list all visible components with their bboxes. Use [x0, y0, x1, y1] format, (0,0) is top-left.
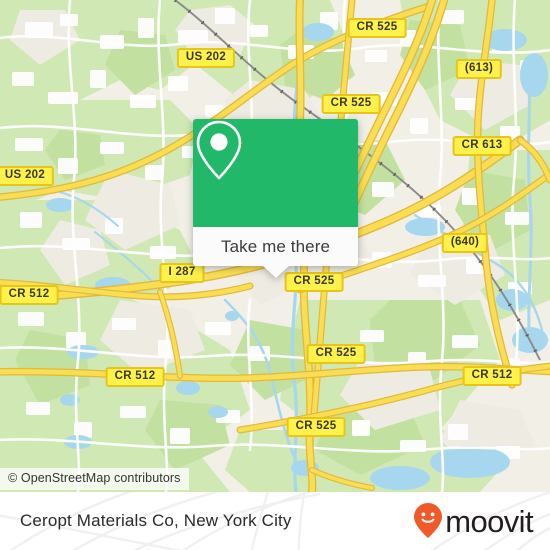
- road-shield-label: US 202: [4, 169, 46, 181]
- popup-action[interactable]: Take me there: [193, 227, 358, 278]
- footer-bar: Ceropt Materials Co, New York City moovi…: [0, 492, 550, 550]
- location-popup[interactable]: Take me there: [193, 119, 358, 278]
- road-shield-label: CR 525: [293, 275, 335, 287]
- road-shield: CR 613: [452, 136, 512, 156]
- map-attribution: © OpenStreetMap contributors: [0, 468, 189, 490]
- popup-header: [193, 119, 358, 227]
- road-shield: I 287: [159, 263, 205, 283]
- road-shield: US 202: [0, 166, 55, 186]
- map-canvas[interactable]: CR 525 US 202 (613) CR 525 CR 613 US 202 (640)…: [0, 0, 550, 492]
- moovit-logo[interactable]: moovit: [413, 492, 534, 550]
- road-shield: CR 512: [462, 366, 522, 386]
- moovit-map-screenshot: CR 525 US 202 (613) CR 525 CR 613 US 202 (640)…: [0, 0, 550, 550]
- moovit-pin-icon: [414, 503, 443, 538]
- road-shield: CR 525: [321, 94, 381, 114]
- road-shield: CR 525: [347, 18, 407, 38]
- road-shield-label: CR 512: [114, 370, 156, 382]
- road-shield-label: CR 525: [315, 347, 357, 359]
- road-shield: CR 525: [306, 344, 366, 364]
- road-shield: CR 525: [284, 272, 344, 292]
- road-shield: CR 525: [286, 417, 346, 437]
- road-shield-label: CR 525: [356, 21, 398, 33]
- road-shield: US 202: [176, 48, 236, 68]
- road-shield-label: I 287: [168, 266, 196, 278]
- popup-tail-pointer: [262, 266, 289, 278]
- map-pin-icon: [196, 120, 242, 180]
- road-shield-label: CR 525: [330, 97, 372, 109]
- road-shield-label: (613): [464, 62, 494, 74]
- road-shield: (613): [455, 59, 503, 79]
- road-shield-label: (640): [450, 236, 480, 248]
- road-shield-label: US 202: [185, 51, 227, 63]
- road-shield: CR 512: [105, 367, 165, 387]
- moovit-wordmark: moovit: [445, 503, 533, 539]
- take-me-there-label: Take me there: [220, 236, 331, 256]
- road-shield: (640): [441, 233, 489, 253]
- road-shield-label: CR 512: [471, 369, 513, 381]
- road-shield-label: CR 613: [461, 139, 503, 151]
- road-shield-label: CR 525: [295, 420, 337, 432]
- road-shield: CR 512: [0, 285, 59, 305]
- place-title: Ceropt Materials Co, New York City: [20, 511, 292, 530]
- road-shield-label: CR 512: [8, 288, 50, 300]
